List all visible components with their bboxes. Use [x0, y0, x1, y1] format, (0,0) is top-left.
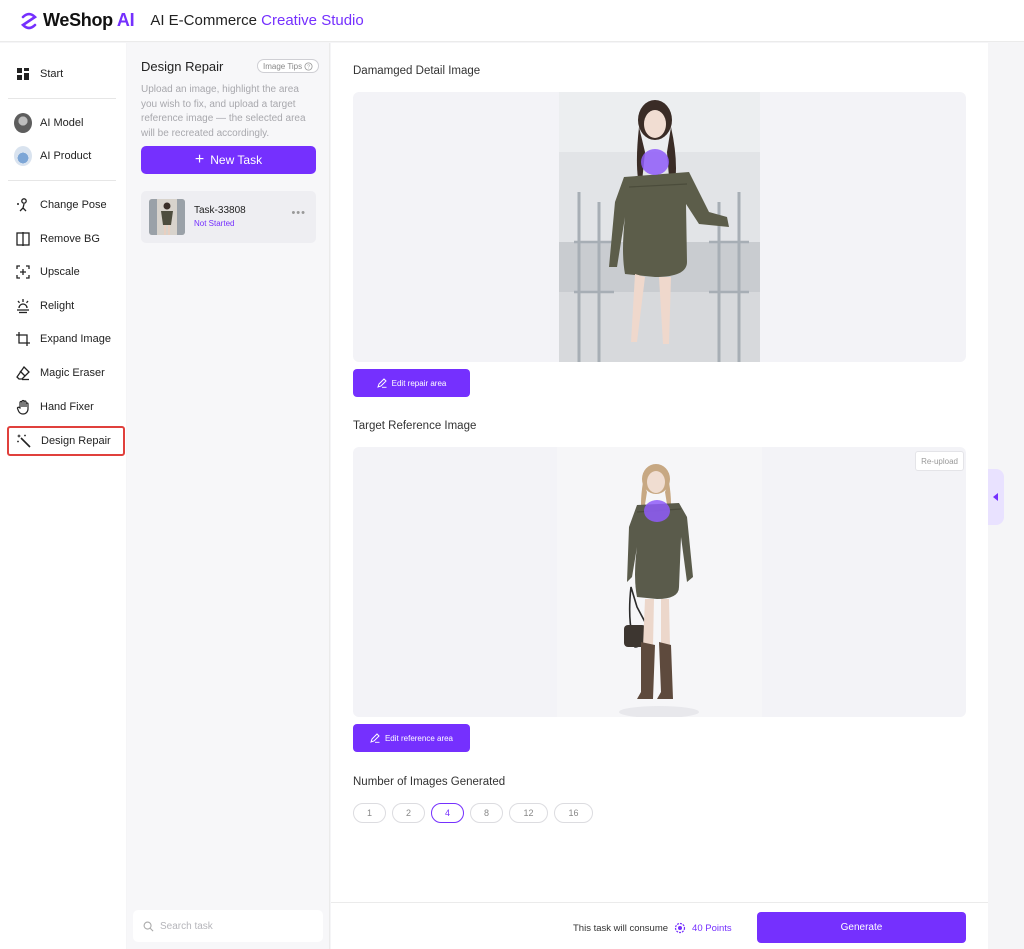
nav-change-pose-label: Change Pose: [40, 199, 107, 211]
caret-left-icon: [993, 493, 998, 501]
search-icon: [143, 921, 154, 931]
nav-magic-eraser-label: Magic Eraser: [40, 367, 105, 379]
logo-icon: [20, 12, 38, 29]
nav-relight-label: Relight: [40, 300, 75, 312]
edit-repair-area-label: Edit repair area: [391, 378, 447, 388]
num-option-1[interactable]: 1: [353, 803, 386, 823]
points-coin-icon: [674, 922, 686, 934]
task-status: Not Started: [194, 219, 235, 228]
generate-button[interactable]: Generate: [757, 912, 966, 943]
num-images-options: 1 2 4 8 12 16: [353, 803, 593, 823]
ai-model-avatar-icon: [14, 113, 32, 133]
panel-title: Design Repair: [141, 59, 224, 74]
nav-upscale-label: Upscale: [40, 266, 80, 278]
nav-start-label: Start: [40, 68, 64, 80]
eraser-icon: [14, 364, 32, 382]
damaged-image: [559, 92, 760, 362]
nav-design-repair-label: Design Repair: [41, 435, 111, 447]
edit-repair-area-button[interactable]: Edit repair area: [353, 369, 470, 397]
nav-magic-eraser[interactable]: Magic Eraser: [8, 358, 126, 388]
image-tips-button[interactable]: Image Tips ?: [257, 59, 320, 73]
nav-remove-bg-label: Remove BG: [40, 233, 100, 245]
target-image: [557, 447, 762, 717]
nav-remove-bg[interactable]: Remove BG: [8, 224, 126, 254]
consume-info: This task will consume 40 Points: [573, 922, 732, 934]
edit-reference-area-button[interactable]: Edit reference area: [353, 724, 470, 752]
app-header: WeShop AI AI E-Commerce Creative Studio: [0, 0, 1024, 42]
num-option-2[interactable]: 2: [392, 803, 425, 823]
num-option-8[interactable]: 8: [470, 803, 503, 823]
task-item[interactable]: Task-33808 Not Started •••: [141, 191, 316, 243]
nav-upscale[interactable]: Upscale: [8, 257, 126, 287]
search-task-input[interactable]: [160, 920, 310, 932]
left-sidebar: Start AI Model AI Product Change Pose Re…: [0, 43, 126, 949]
re-upload-button[interactable]: Re-upload: [915, 451, 964, 471]
magic-wand-icon: [15, 432, 33, 450]
grid-icon: [14, 65, 32, 83]
search-task-box[interactable]: [133, 910, 323, 942]
num-option-12[interactable]: 12: [509, 803, 548, 823]
damaged-image-area[interactable]: [353, 92, 966, 362]
num-images-label: Number of Images Generated: [353, 776, 506, 788]
panel-description: Upload an image, highlight the area you …: [141, 84, 306, 139]
expand-icon: [14, 330, 32, 348]
more-options-icon[interactable]: •••: [291, 207, 306, 219]
num-option-16[interactable]: 16: [554, 803, 593, 823]
nav-expand-image[interactable]: Expand Image: [8, 324, 126, 354]
task-name: Task-33808: [194, 205, 246, 216]
pen-icon: [370, 733, 380, 743]
nav-hand-fixer[interactable]: Hand Fixer: [8, 392, 126, 422]
nav-change-pose[interactable]: Change Pose: [8, 190, 126, 220]
task-thumbnail: [149, 199, 185, 235]
new-task-label: New Task: [210, 153, 263, 167]
nav-divider: [8, 98, 116, 99]
studio-title: AI E-Commerce Creative Studio: [150, 12, 364, 29]
relight-icon: [14, 297, 32, 315]
plus-icon: +: [194, 151, 205, 168]
generate-footer: This task will consume 40 Points Generat…: [331, 902, 988, 949]
nav-ai-product-label: AI Product: [40, 150, 92, 162]
target-image-area[interactable]: Re-upload: [353, 447, 966, 717]
nav-ai-model[interactable]: AI Model: [8, 108, 126, 138]
weshop-logo[interactable]: WeShop AI: [19, 10, 135, 31]
svg-text:?: ?: [307, 64, 310, 70]
nav-relight[interactable]: Relight: [8, 291, 126, 321]
nav-design-repair[interactable]: Design Repair: [7, 426, 125, 456]
pen-icon: [376, 378, 387, 388]
image-tips-label: Image Tips: [263, 61, 303, 71]
edit-reference-area-label: Edit reference area: [384, 733, 454, 743]
consume-text: This task will consume: [573, 922, 669, 934]
upscale-icon: [14, 263, 32, 281]
pose-icon: [14, 196, 32, 214]
nav-ai-product[interactable]: AI Product: [8, 141, 126, 171]
damaged-image-label: Damamged Detail Image: [353, 65, 481, 77]
remove-bg-icon: [14, 230, 32, 248]
new-task-button[interactable]: + New Task: [141, 146, 316, 174]
ai-product-avatar-icon: [14, 146, 32, 166]
nav-hand-fixer-label: Hand Fixer: [40, 401, 94, 413]
nav-start[interactable]: Start: [8, 59, 126, 89]
collapse-panel-button[interactable]: [988, 469, 1004, 525]
main-content: Damamged Detail Image Edit repair area T…: [331, 43, 988, 949]
logo-text: WeShop AI: [43, 10, 135, 30]
nav-ai-model-label: AI Model: [40, 117, 84, 129]
task-panel: Design Repair Image Tips ? Upload an ima…: [127, 43, 330, 949]
nav-divider: [8, 180, 116, 181]
nav-expand-image-label: Expand Image: [40, 333, 111, 345]
points-value: 40 Points: [692, 922, 732, 934]
num-option-4[interactable]: 4: [431, 803, 464, 823]
target-image-label: Target Reference Image: [353, 420, 477, 432]
hand-icon: [14, 398, 32, 416]
question-icon: ?: [304, 61, 313, 70]
